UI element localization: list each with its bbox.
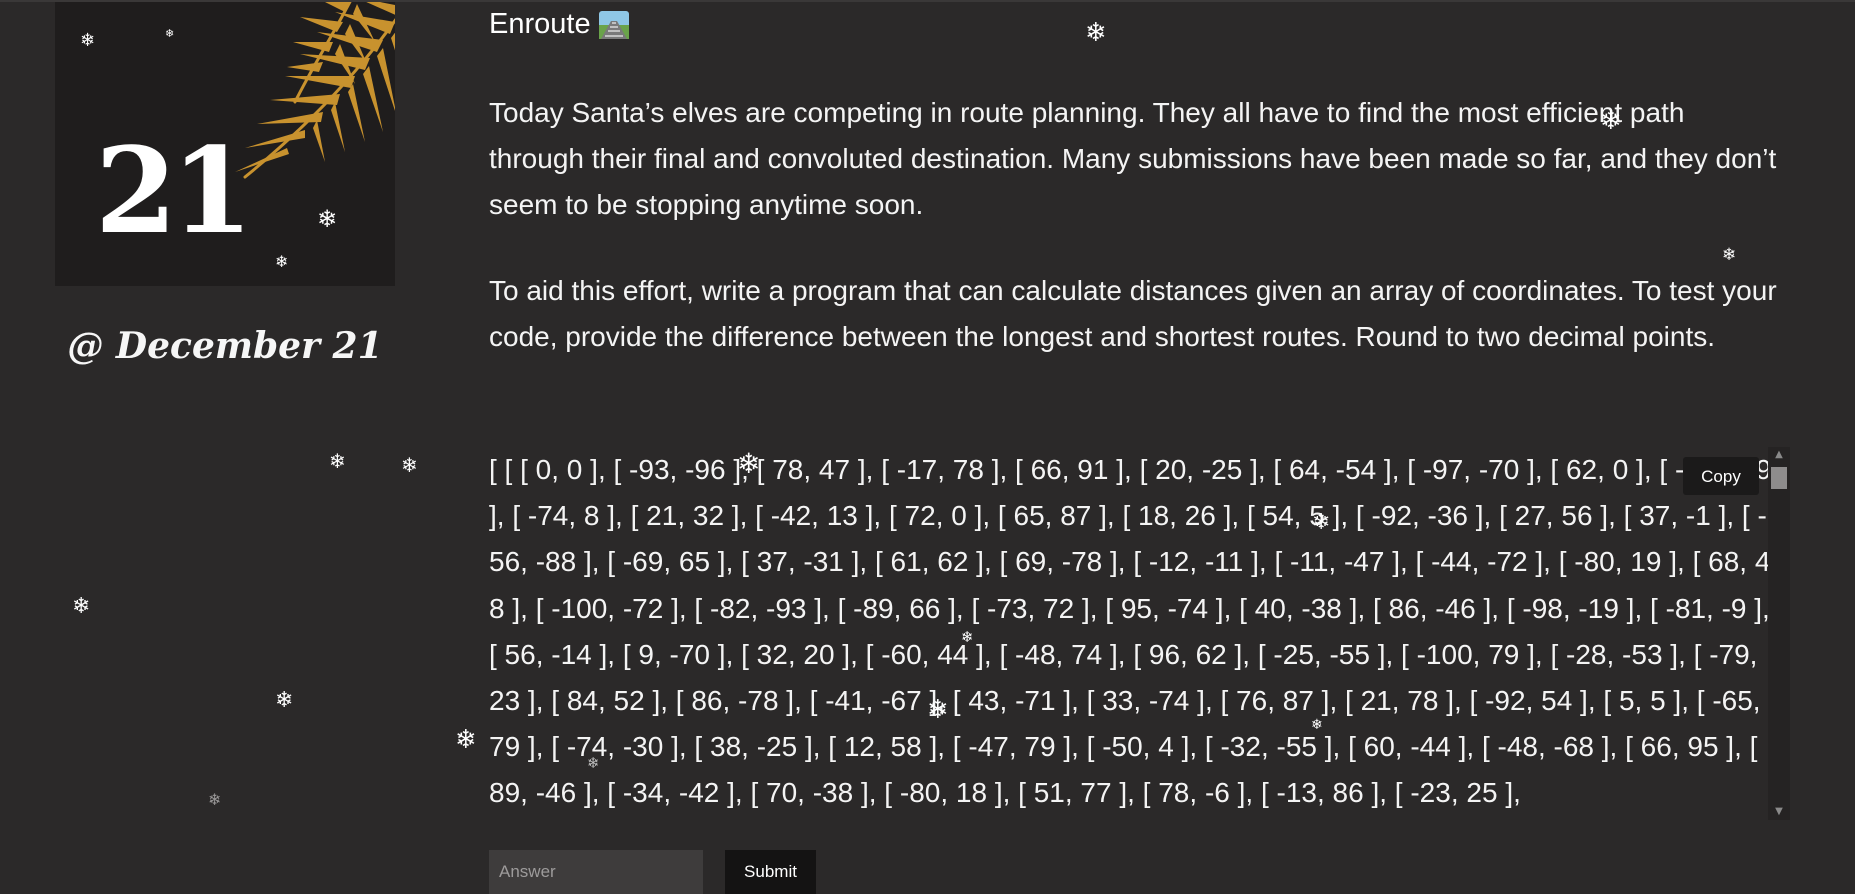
- railway-track-icon: [598, 10, 629, 39]
- input-scrollbar[interactable]: ▲ ▼: [1768, 447, 1790, 820]
- snowflake-icon: ❄: [1085, 18, 1107, 48]
- scroll-up-icon[interactable]: ▲: [1768, 447, 1790, 463]
- snowflake-icon: ❄: [80, 30, 96, 51]
- snowflake-icon: ❄: [455, 725, 477, 755]
- day-number: 21: [95, 121, 253, 260]
- puzzle-title-text: Enroute: [489, 8, 591, 40]
- snowflake-icon: ❄: [317, 205, 338, 233]
- puzzle-title: Enroute: [489, 8, 629, 41]
- snowflake-icon: ❄: [1722, 245, 1737, 265]
- puzzle-input-text: [ [ [ 0, 0 ], [ -93, -96 ], [ 78, 47 ], …: [489, 454, 1772, 809]
- advent-day-card: 21 ❄ ❄ ❄ ❄: [55, 2, 395, 286]
- snowflake-icon: ❄: [165, 27, 175, 40]
- snowflake-icon: ❄: [72, 594, 91, 619]
- scroll-down-icon[interactable]: ▼: [1768, 804, 1790, 820]
- scroll-thumb[interactable]: [1771, 467, 1787, 489]
- puzzle-description: Today Santa’s elves are competing in rou…: [489, 97, 1777, 220]
- copy-button[interactable]: Copy: [1683, 457, 1759, 495]
- answer-input[interactable]: [489, 850, 703, 894]
- puzzle-instructions: To aid this effort, write a program that…: [489, 275, 1777, 352]
- puzzle-input-box[interactable]: [ [ [ 0, 0 ], [ -93, -96 ], [ 78, 47 ], …: [489, 447, 1789, 817]
- date-label: @ December 21: [67, 325, 383, 367]
- snowflake-icon: ❄: [401, 453, 418, 477]
- snowflake-icon: ❄: [329, 449, 346, 473]
- snowflake-icon: ❄: [208, 790, 222, 809]
- snowflake-icon: ❄: [275, 688, 294, 713]
- submit-button[interactable]: Submit: [725, 850, 816, 894]
- snowflake-icon: ❄: [275, 252, 289, 271]
